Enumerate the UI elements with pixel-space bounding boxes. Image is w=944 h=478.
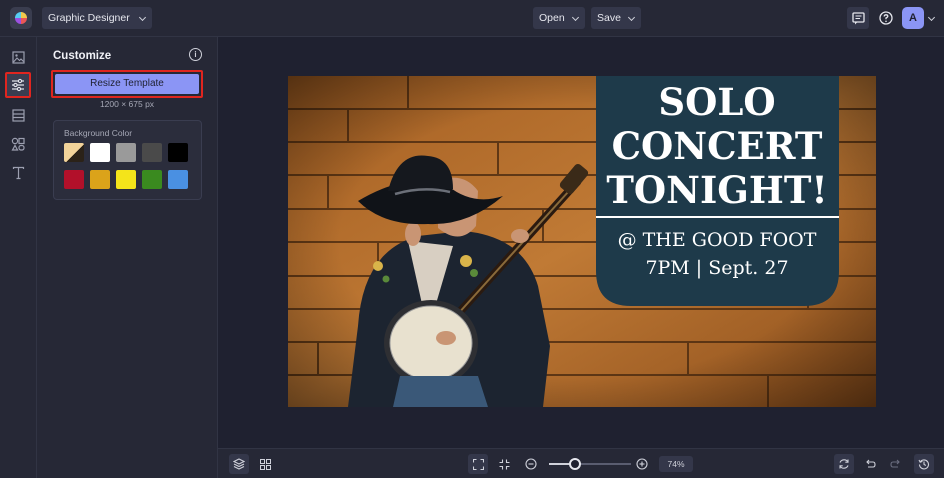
panel-title: Customize: [53, 50, 112, 62]
chevron-down-icon: [627, 13, 635, 22]
color-swatch[interactable]: [142, 143, 162, 162]
comments-button[interactable]: [847, 7, 869, 29]
headline-line-2: CONCERT: [612, 124, 823, 168]
rail-item-layouts[interactable]: [5, 102, 31, 128]
undo-icon: [866, 459, 876, 468]
zoom-in-button[interactable]: [632, 454, 652, 474]
graphics-icon: [11, 137, 25, 151]
chevron-down-icon: [138, 13, 146, 22]
redo-icon: [890, 459, 900, 468]
app-mode-label: Graphic Designer: [48, 12, 130, 24]
design-canvas[interactable]: SOLO CONCERT TONIGHT! @ THE GOOD FOOT 7P…: [288, 76, 876, 407]
zoom-out-button[interactable]: [521, 454, 541, 474]
open-button[interactable]: Open: [533, 7, 585, 29]
open-label: Open: [539, 12, 565, 24]
resize-template-highlight: Resize Template: [51, 70, 203, 98]
expand-icon: [472, 458, 484, 470]
info-icon[interactable]: i: [189, 48, 202, 61]
image-icon: [11, 50, 25, 64]
rail-item-text[interactable]: [5, 160, 31, 186]
help-button[interactable]: [875, 7, 897, 29]
venue-text: @ THE GOOD FOOT: [618, 229, 817, 251]
zoom-out-icon: [525, 458, 537, 470]
history-button[interactable]: [914, 454, 934, 474]
layers-icon: [233, 458, 245, 470]
layers-button[interactable]: [229, 454, 249, 474]
resize-template-button[interactable]: Resize Template: [55, 74, 199, 94]
color-swatch[interactable]: [142, 170, 162, 189]
bottom-bar: 74%: [218, 448, 944, 478]
background-color-label: Background Color: [64, 128, 133, 138]
grid-icon: [259, 458, 271, 470]
user-avatar[interactable]: A: [902, 7, 924, 29]
color-swatch[interactable]: [168, 170, 188, 189]
help-icon: [879, 11, 893, 25]
redo-button[interactable]: [886, 454, 906, 474]
zoom-in-icon: [636, 458, 648, 470]
refresh-icon: [839, 459, 849, 469]
rail-item-customize[interactable]: [5, 72, 31, 98]
chevron-down-icon[interactable]: [927, 13, 936, 22]
color-swatch[interactable]: [90, 170, 110, 189]
color-swatch[interactable]: [90, 143, 110, 162]
customize-panel: Customize i Resize Template 1200 × 675 p…: [37, 37, 218, 478]
history-icon: [918, 459, 930, 470]
rail-item-graphics[interactable]: [5, 131, 31, 157]
text-icon: [12, 166, 24, 180]
undo-button[interactable]: [860, 454, 880, 474]
logo-icon: [15, 12, 27, 24]
zoom-percentage[interactable]: 74%: [659, 456, 693, 472]
save-button[interactable]: Save: [591, 7, 641, 29]
rail-item-images[interactable]: [5, 44, 31, 70]
shrink-icon: [499, 459, 509, 469]
tool-rail: [0, 37, 37, 478]
top-bar: Graphic Designer Open Save A: [0, 0, 944, 37]
time-text: 7PM | Sept. 27: [645, 257, 788, 279]
layout-icon: [11, 108, 25, 122]
color-swatch[interactable]: [116, 170, 136, 189]
canvas-area: SOLO CONCERT TONIGHT! @ THE GOOD FOOT 7P…: [218, 37, 944, 448]
comment-icon: [851, 11, 865, 24]
color-swatch[interactable]: [116, 143, 136, 162]
template-dimensions: 1200 × 675 px: [99, 99, 155, 109]
save-label: Save: [597, 12, 621, 24]
grid-button[interactable]: [255, 454, 275, 474]
sliders-icon: [12, 78, 24, 92]
flip-button[interactable]: [834, 454, 854, 474]
chevron-down-icon: [571, 13, 579, 22]
color-swatch[interactable]: [64, 143, 84, 162]
zoom-slider-handle[interactable]: [569, 458, 582, 470]
actual-size-button[interactable]: [494, 454, 514, 474]
color-swatch[interactable]: [64, 170, 84, 189]
app-mode-select[interactable]: Graphic Designer: [42, 7, 152, 29]
app-logo[interactable]: [10, 7, 32, 29]
fit-to-screen-button[interactable]: [468, 454, 488, 474]
headline-line-1: SOLO: [658, 80, 775, 124]
headline-line-3: TONIGHT!: [606, 168, 827, 212]
design-artwork: SOLO CONCERT TONIGHT! @ THE GOOD FOOT 7P…: [288, 76, 876, 407]
background-color-card: Background Color: [53, 120, 202, 200]
color-swatch[interactable]: [168, 143, 188, 162]
